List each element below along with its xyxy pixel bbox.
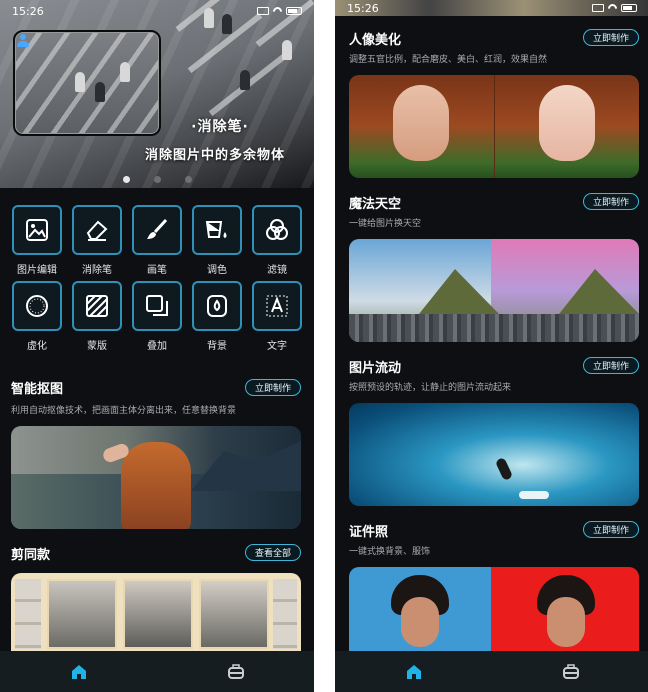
banner-title: ·消除笔·	[191, 119, 249, 135]
before-preview-frame	[13, 30, 161, 136]
text-icon	[266, 295, 288, 317]
tool-label: 蒙版	[87, 341, 107, 352]
tool-label: 消除笔	[82, 265, 112, 276]
tool-label: 文字	[267, 341, 287, 352]
tool-grid: 图片编辑 消除笔 画笔 调色 滤镜 虚化 蒙版 叠加 背景 文字	[11, 205, 307, 353]
battery-icon	[286, 7, 302, 15]
jiantong-title: 剪同款	[11, 548, 51, 563]
carousel-dot[interactable]	[122, 176, 130, 183]
status-time: 15:26	[12, 4, 44, 18]
tool-image-edit[interactable]: 图片编辑	[11, 205, 63, 277]
view-all-button[interactable]: 查看全部	[245, 544, 302, 561]
tab-home[interactable]	[394, 657, 434, 687]
tool-eraser[interactable]: 消除笔	[71, 205, 123, 277]
mask-icon	[86, 295, 108, 317]
tool-text[interactable]: 文字	[251, 281, 303, 353]
signal-icon	[592, 4, 604, 12]
carousel-indicator	[0, 176, 314, 183]
tab-toolbox[interactable]	[216, 657, 256, 687]
blur-icon	[26, 295, 48, 317]
tool-filter[interactable]: 滤镜	[251, 205, 303, 277]
left-screen: ·消除笔· 消除图片中的多余物体 15:26 图片编辑 消除笔 画笔 调色 滤镜	[0, 0, 314, 692]
tool-label: 叠加	[147, 341, 167, 352]
tool-brush[interactable]: 画笔	[131, 205, 183, 277]
home-icon	[406, 664, 421, 679]
smart-cutout-desc: 利用自动抠像技术，把画面主体分离出来，任意替换背景	[11, 406, 237, 416]
smart-cutout-button[interactable]: 立即制作	[245, 379, 302, 396]
wifi-icon	[606, 1, 619, 15]
id-photo-desc: 一键式换背景、服饰	[349, 547, 431, 557]
magic-sky-title: 魔法天空	[349, 197, 402, 212]
wifi-icon	[271, 4, 284, 18]
background-icon	[207, 295, 227, 317]
carousel-dot[interactable]	[184, 176, 192, 183]
bottom-tab-bar	[335, 651, 648, 692]
home-icon	[71, 664, 86, 679]
tool-label: 画笔	[147, 265, 167, 276]
magic-sky-button[interactable]: 立即制作	[583, 193, 640, 210]
signal-icon	[257, 7, 269, 15]
image-flow-title: 图片流动	[349, 361, 402, 376]
tool-label: 图片编辑	[17, 265, 57, 276]
carousel-dot[interactable]	[153, 176, 161, 183]
banner-carousel[interactable]: ·消除笔· 消除图片中的多余物体	[0, 0, 314, 188]
image-flow-desc: 按照预设的轨迹，让静止的图片流动起来	[349, 383, 512, 393]
id-photo-button[interactable]: 立即制作	[583, 521, 640, 538]
filter-icon	[266, 219, 288, 240]
tool-mask[interactable]: 蒙版	[71, 281, 123, 353]
banner-subtitle: 消除图片中的多余物体	[144, 148, 285, 163]
jiantong-template-image[interactable]	[11, 573, 301, 653]
smart-cutout-title: 智能抠图	[11, 382, 64, 397]
tool-label: 调色	[207, 265, 227, 276]
portrait-beauty-desc: 调整五官比例，配合磨皮、美白、红润，效果自然	[349, 55, 548, 65]
toolbox-icon	[227, 663, 244, 679]
tool-label: 背景	[207, 341, 227, 352]
magic-sky-desc: 一键给图片换天空	[349, 219, 422, 229]
portrait-beauty-image[interactable]	[349, 75, 639, 178]
image-edit-icon	[26, 219, 48, 241]
paint-bucket-icon	[205, 221, 227, 238]
portrait-beauty-title: 人像美化	[349, 33, 402, 48]
tool-color[interactable]: 调色	[191, 205, 243, 277]
portrait-beauty-button[interactable]: 立即制作	[583, 29, 640, 46]
overlay-icon	[146, 295, 168, 316]
image-flow-image[interactable]	[349, 403, 639, 506]
right-screen: 15:26 人像美化 立即制作 调整五官比例，配合磨皮、美白、红润，效果自然 魔…	[335, 0, 648, 692]
tool-label: 滤镜	[267, 265, 287, 276]
brush-icon	[147, 218, 168, 239]
tool-background[interactable]: 背景	[191, 281, 243, 353]
battery-icon	[621, 4, 637, 12]
status-bar: 15:26	[335, 0, 648, 16]
status-time: 15:26	[347, 1, 379, 15]
tool-overlay[interactable]: 叠加	[131, 281, 183, 353]
tool-label: 虚化	[27, 341, 47, 352]
id-photo-title: 证件照	[349, 525, 389, 540]
bottom-tab-bar	[0, 651, 314, 692]
tab-home[interactable]	[59, 657, 99, 687]
image-flow-button[interactable]: 立即制作	[583, 357, 640, 374]
tab-toolbox[interactable]	[551, 657, 591, 687]
status-bar: 15:26	[0, 0, 314, 22]
eraser-icon	[86, 220, 108, 241]
tool-blur[interactable]: 虚化	[11, 281, 63, 353]
id-photo-image[interactable]	[349, 567, 639, 653]
smart-cutout-image[interactable]	[11, 426, 301, 529]
person-icon	[17, 34, 29, 48]
magic-sky-image[interactable]	[349, 239, 639, 342]
toolbox-icon	[562, 663, 579, 679]
